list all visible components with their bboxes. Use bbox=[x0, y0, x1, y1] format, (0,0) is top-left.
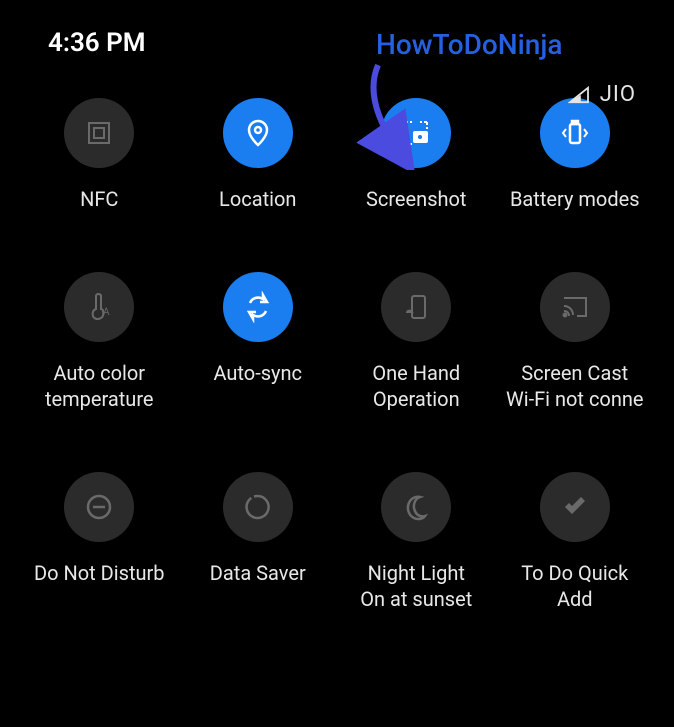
tile-screencast-label: Screen Cast Wi-Fi not conne bbox=[506, 360, 644, 412]
tile-todo-quick-add[interactable]: To Do Quick Add bbox=[496, 472, 655, 612]
tile-autosync-label: Auto-sync bbox=[213, 360, 302, 386]
annotation-arrow bbox=[318, 60, 418, 174]
moon-icon bbox=[381, 472, 451, 542]
status-time: 4:36 PM bbox=[48, 28, 146, 58]
svg-text:A: A bbox=[103, 307, 110, 318]
tile-todo-label: To Do Quick Add bbox=[521, 560, 628, 612]
tile-screenshot-label: Screenshot bbox=[366, 186, 466, 212]
nfc-icon bbox=[64, 98, 134, 168]
one-hand-icon bbox=[381, 272, 451, 342]
location-icon bbox=[223, 98, 293, 168]
annotation-text: HowToDoNinja bbox=[376, 28, 562, 61]
tile-battery-label: Battery modes bbox=[510, 186, 640, 212]
tile-nfc[interactable]: NFC bbox=[20, 98, 179, 212]
tile-nightlight-label: Night Light On at sunset bbox=[360, 560, 472, 612]
tile-data-saver[interactable]: Data Saver bbox=[179, 472, 338, 612]
checkmark-icon bbox=[540, 472, 610, 542]
tile-location[interactable]: Location bbox=[179, 98, 338, 212]
thermometer-icon: A bbox=[64, 272, 134, 342]
tile-datasaver-label: Data Saver bbox=[210, 560, 306, 586]
tile-do-not-disturb[interactable]: Do Not Disturb bbox=[20, 472, 179, 612]
signal-icon bbox=[568, 86, 590, 104]
cast-icon bbox=[540, 272, 610, 342]
tile-night-light[interactable]: Night Light On at sunset bbox=[337, 472, 496, 612]
tile-auto-color-temperature[interactable]: A Auto color temperature bbox=[20, 272, 179, 412]
tile-screen-cast[interactable]: Screen Cast Wi-Fi not conne bbox=[496, 272, 655, 412]
tile-onehand-label: One Hand Operation bbox=[372, 360, 460, 412]
data-saver-icon bbox=[223, 472, 293, 542]
tile-one-hand-operation[interactable]: One Hand Operation bbox=[337, 272, 496, 412]
status-right: JIO bbox=[568, 82, 636, 107]
battery-icon bbox=[540, 98, 610, 168]
tile-nfc-label: NFC bbox=[80, 186, 118, 212]
status-bar: 4:36 PM bbox=[0, 0, 674, 58]
tile-auto-sync[interactable]: Auto-sync bbox=[179, 272, 338, 412]
tile-battery-modes[interactable]: Battery modes bbox=[496, 98, 655, 212]
carrier-label: JIO bbox=[600, 82, 636, 107]
tile-location-label: Location bbox=[219, 186, 296, 212]
tile-autocolor-label: Auto color temperature bbox=[45, 360, 154, 412]
sync-icon bbox=[223, 272, 293, 342]
dnd-icon bbox=[64, 472, 134, 542]
tile-dnd-label: Do Not Disturb bbox=[34, 560, 165, 586]
